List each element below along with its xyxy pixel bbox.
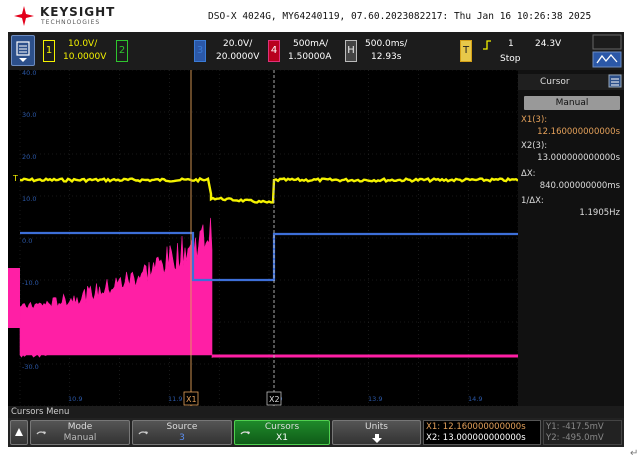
mode-softkey[interactable]: Mode Manual xyxy=(30,420,130,445)
screenshot-page: KEYSIGHT TECHNOLOGIES DSO-X 4024G, MY642… xyxy=(0,0,640,463)
channel-1-scale: 10.0V/ xyxy=(68,39,98,49)
channel-3-badge[interactable]: 3 xyxy=(194,40,206,62)
softkey-bar: Mode Manual Source 3 Cursors X1 Units X1… xyxy=(8,418,624,447)
channel-4-offset: 1.50000A xyxy=(288,52,332,62)
inverse-delta-x-label: 1/ΔX: xyxy=(521,196,544,206)
cursor-y-readout: Y1: -417.5mV Y2: -495.0mV xyxy=(543,420,622,445)
vertical-scale-label: 40.0 xyxy=(22,70,36,77)
cursor-x1-label: X1(3): xyxy=(521,115,548,125)
time-scale-label: 10.9 xyxy=(68,395,82,403)
channel-bar: 1 10.0V/ 10.0000V 2 3 20.0V/ 20.0000V 4 … xyxy=(8,32,624,70)
timebase-badge[interactable]: H xyxy=(345,40,357,62)
cursor-x-readout: X1: 12.160000000000s X2: 13.000000000000… xyxy=(423,420,541,445)
time-scale-label: 13.9 xyxy=(368,395,382,403)
trigger-source: 1 xyxy=(508,39,514,49)
vertical-scale-label: 30.0 xyxy=(22,111,36,119)
channel-4-badge[interactable]: 4 xyxy=(268,40,280,62)
delta-x-value: 840.000000000ms xyxy=(539,181,620,191)
cursor-knob-icon xyxy=(138,431,148,435)
cursor-x2-tag[interactable]: X2 xyxy=(269,395,280,404)
channel-3-scale: 20.0V/ xyxy=(223,39,253,49)
time-scale-label: 11.9 xyxy=(168,395,182,403)
vertical-scale-label: 0.0 xyxy=(22,237,32,245)
brand-subtitle: TECHNOLOGIES xyxy=(41,19,101,26)
source-softkey[interactable]: Source 3 xyxy=(132,420,232,445)
header: KEYSIGHT TECHNOLOGIES DSO-X 4024G, MY642… xyxy=(0,0,640,32)
channel-4-waveform-segment xyxy=(8,268,20,328)
paragraph-mark: ↵ xyxy=(630,448,639,459)
panel-menu-icon[interactable] xyxy=(608,74,622,88)
vertical-scale-label: 20.0 xyxy=(22,153,36,161)
home-icon xyxy=(15,428,23,436)
cursors-softkey[interactable]: Cursors X1 xyxy=(234,420,330,445)
timebase-delay: 12.93s xyxy=(371,52,402,62)
cursor-x2-label: X2(3): xyxy=(521,141,548,151)
menu-icon xyxy=(16,41,30,62)
autoscale-icon[interactable] xyxy=(592,34,622,68)
trigger-edge-icon xyxy=(483,40,491,50)
acquisition-state: Stop xyxy=(500,54,521,64)
cursor-x1-value: 12.160000000000s xyxy=(537,127,620,137)
cursor-knob-icon xyxy=(240,431,250,435)
source-softkey-label: Source xyxy=(166,422,198,432)
cursor-mode-indicator: Manual xyxy=(524,96,620,110)
cursor-y1-readout: Y1: -417.5mV xyxy=(546,422,604,432)
home-button[interactable] xyxy=(10,420,28,445)
channel-3-offset: 20.0000V xyxy=(216,52,260,62)
units-softkey[interactable]: Units xyxy=(332,420,421,445)
channel-1-ground-marker[interactable]: T xyxy=(12,174,18,183)
channel-4-scale: 500mA/ xyxy=(293,39,329,49)
cursor-x2-value: 13.000000000000s xyxy=(537,153,620,163)
channel-1-offset: 10.0000V xyxy=(63,52,107,62)
softkey-menu-title: Cursors Menu xyxy=(8,406,624,418)
waveform-plot[interactable]: 40.030.020.010.00.0-10.0-20.0-30.0 10.91… xyxy=(8,70,518,406)
channel-2-badge[interactable]: 2 xyxy=(116,40,128,62)
down-arrow-icon xyxy=(371,434,382,443)
inverse-delta-x-value: 1.1905Hz xyxy=(579,208,620,218)
time-scale-label: 14.9 xyxy=(468,395,482,403)
cursor-knob-icon xyxy=(36,431,46,435)
cursor-x2-readout: X2: 13.000000000000s xyxy=(426,433,526,443)
units-softkey-label: Units xyxy=(364,422,388,432)
vertical-scale-label: -10.0 xyxy=(22,279,39,287)
brand-name: KEYSIGHT xyxy=(40,5,116,19)
keysight-logo-icon xyxy=(14,6,34,26)
channel-1-badge[interactable]: 1 xyxy=(43,40,55,62)
cursors-softkey-label: Cursors xyxy=(264,422,300,432)
delta-x-label: ΔX: xyxy=(521,169,536,179)
instrument-status-line: DSO-X 4024G, MY64240119, 07.60.202308221… xyxy=(208,11,592,22)
trigger-badge[interactable]: T xyxy=(460,40,472,62)
cursor-y2-readout: Y2: -495.0mV xyxy=(546,433,604,443)
vertical-scale-label: -30.0 xyxy=(22,363,39,371)
vertical-scale-label: 10.0 xyxy=(22,195,36,203)
timebase-scale: 500.0ms/ xyxy=(365,39,408,49)
cursor-x1-readout: X1: 12.160000000000s xyxy=(426,422,526,432)
oscilloscope-display: 1 10.0V/ 10.0000V 2 3 20.0V/ 20.0000V 4 … xyxy=(8,32,624,447)
cursor-info-panel: Cursor Manual X1(3): 12.160000000000s X2… xyxy=(518,70,624,410)
cursor-x1-tag[interactable]: X1 xyxy=(186,395,197,404)
main-menu-button[interactable] xyxy=(11,35,35,66)
trigger-level: 24.3V xyxy=(535,39,562,49)
mode-softkey-label: Mode xyxy=(67,422,93,432)
